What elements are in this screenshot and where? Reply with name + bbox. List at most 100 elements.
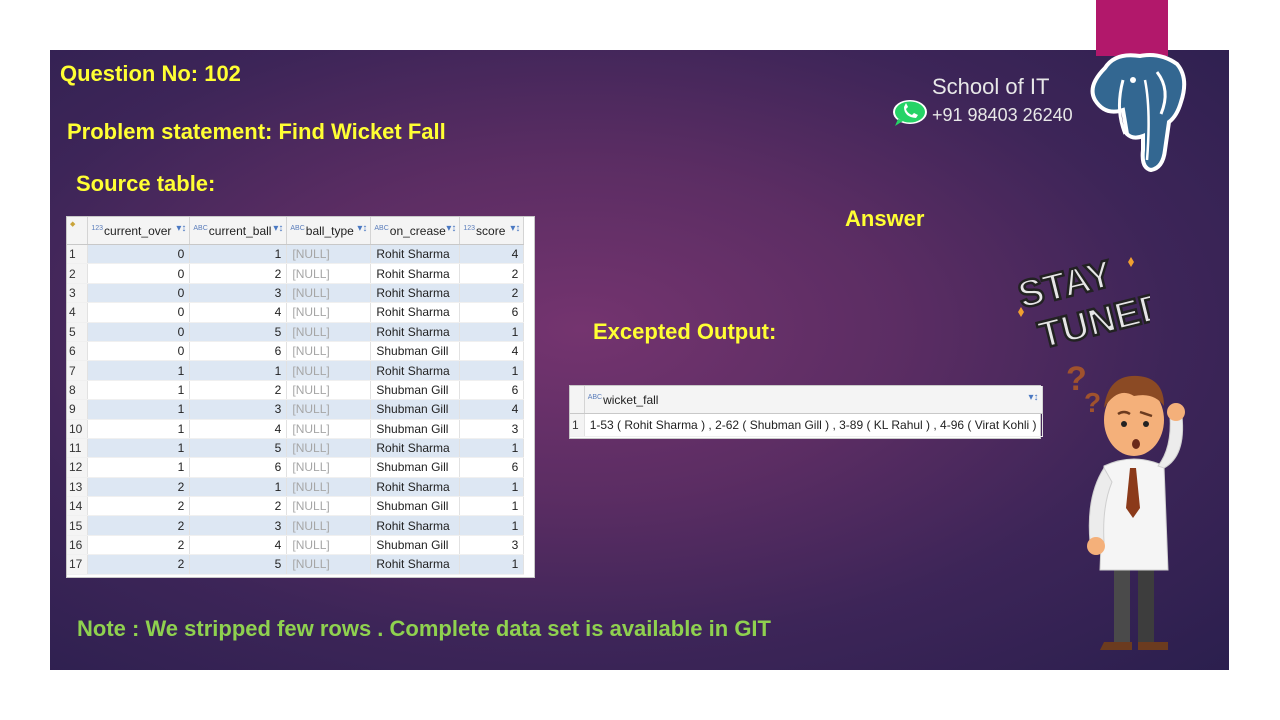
table-row[interactable]: 13 2 1 [NULL] Rohit Sharma 1 — [67, 477, 525, 498]
table-row[interactable]: 7 1 1 [NULL] Rohit Sharma 1 — [67, 360, 525, 381]
column-header[interactable]: 123score ▾↕ — [459, 217, 525, 245]
table-cell[interactable]: 2 — [87, 477, 191, 498]
table-cell[interactable]: Shubman Gill — [370, 341, 461, 362]
table-cell[interactable]: 4 — [189, 302, 288, 323]
table-cell[interactable]: [NULL] — [286, 341, 372, 362]
table-cell[interactable]: 5 — [189, 554, 288, 575]
table-cell[interactable]: 4 — [189, 419, 288, 439]
table-cell[interactable]: 0 — [87, 302, 191, 323]
table-cell[interactable]: 6 — [459, 457, 525, 478]
table-cell[interactable]: 1 — [87, 399, 191, 420]
filter-sort-icon[interactable]: ▾↕ — [510, 223, 520, 234]
table-cell[interactable]: Rohit Sharma — [370, 283, 461, 304]
table-cell[interactable]: 2 — [459, 263, 525, 284]
table-row[interactable]: 3 0 3 [NULL] Rohit Sharma 2 — [67, 283, 525, 304]
table-cell[interactable]: 0 — [87, 283, 191, 304]
table-cell[interactable]: Rohit Sharma — [370, 438, 461, 459]
table-row[interactable]: 8 1 2 [NULL] Shubman Gill 6 — [67, 380, 525, 401]
table-row[interactable]: 16 2 4 [NULL] Shubman Gill 3 — [67, 535, 525, 556]
table-cell[interactable]: 2 — [459, 283, 525, 304]
table-cell[interactable]: Rohit Sharma — [370, 360, 461, 381]
table-cell[interactable]: 4 — [459, 244, 525, 265]
column-header[interactable]: ABCwicket_fall ▾↕ — [584, 386, 1043, 414]
table-cell[interactable]: 3 — [189, 283, 288, 304]
table-cell[interactable]: [NULL] — [286, 399, 372, 420]
table-row[interactable]: 11 1 5 [NULL] Rohit Sharma 1 — [67, 438, 525, 459]
column-header[interactable]: ABCball_type ▾↕ — [286, 217, 372, 245]
table-row[interactable]: 6 0 6 [NULL] Shubman Gill 4 — [67, 341, 525, 362]
table-cell[interactable]: [NULL] — [286, 302, 372, 323]
table-cell[interactable]: Rohit Sharma — [370, 515, 461, 536]
table-cell[interactable]: 6 — [189, 341, 288, 362]
table-cell[interactable]: [NULL] — [286, 515, 372, 536]
table-cell[interactable]: 1 — [87, 419, 191, 439]
table-cell[interactable]: Shubman Gill — [370, 380, 461, 401]
table-cell[interactable]: 1 — [459, 360, 525, 381]
table-cell[interactable]: [NULL] — [286, 244, 372, 265]
table-cell[interactable]: 6 — [459, 380, 525, 401]
table-row[interactable]: 4 0 4 [NULL] Rohit Sharma 6 — [67, 302, 525, 323]
table-cell[interactable]: 1 — [459, 496, 525, 517]
table-cell[interactable]: 1 — [87, 457, 191, 478]
table-row[interactable]: 10 1 4 [NULL] Shubman Gill 3 — [67, 419, 525, 439]
table-cell[interactable]: 1 — [87, 380, 191, 401]
table-cell[interactable]: 1 — [459, 554, 525, 575]
table-cell[interactable]: 2 — [87, 554, 191, 575]
table-cell[interactable]: [NULL] — [286, 496, 372, 517]
table-cell[interactable]: 1 — [189, 477, 288, 498]
table-cell[interactable]: 1 — [459, 515, 525, 536]
table-row[interactable]: 14 2 2 [NULL] Shubman Gill 1 — [67, 496, 525, 517]
table-cell[interactable]: Shubman Gill — [370, 399, 461, 420]
filter-sort-icon[interactable]: ▾↕ — [446, 223, 456, 234]
table-cell[interactable]: [NULL] — [286, 535, 372, 556]
table-cell[interactable]: 1 — [459, 438, 525, 459]
table-cell[interactable]: Rohit Sharma — [370, 302, 461, 323]
table-row[interactable]: 5 0 5 [NULL] Rohit Sharma 1 — [67, 322, 525, 342]
table-cell[interactable]: [NULL] — [286, 380, 372, 401]
table-cell[interactable]: [NULL] — [286, 322, 372, 342]
table-cell[interactable]: 2 — [87, 496, 191, 517]
table-cell[interactable]: [NULL] — [286, 554, 372, 575]
table-cell[interactable]: 2 — [189, 380, 288, 401]
table-cell[interactable]: 3 — [459, 535, 525, 556]
table-cell[interactable]: 4 — [459, 341, 525, 362]
table-cell[interactable]: 2 — [87, 515, 191, 536]
table-cell[interactable]: 1 — [87, 438, 191, 459]
table-cell[interactable]: Rohit Sharma — [370, 554, 461, 575]
column-header[interactable]: ABCcurrent_ball ▾↕ — [189, 217, 288, 245]
table-cell[interactable]: 3 — [189, 515, 288, 536]
table-row[interactable]: 12 1 6 [NULL] Shubman Gill 6 — [67, 457, 525, 478]
table-cell[interactable]: 0 — [87, 263, 191, 284]
table-cell[interactable]: 0 — [87, 341, 191, 362]
table-cell[interactable]: 1 — [189, 244, 288, 265]
table-row[interactable]: 15 2 3 [NULL] Rohit Sharma 1 — [67, 515, 525, 536]
table-cell[interactable]: [NULL] — [286, 283, 372, 304]
table-cell[interactable]: 2 — [189, 496, 288, 517]
table-row[interactable]: 1 0 1 [NULL] Rohit Sharma 4 — [67, 244, 525, 265]
column-header[interactable]: ABCon_crease ▾↕ — [370, 217, 461, 245]
table-cell[interactable]: Shubman Gill — [370, 535, 461, 556]
table-cell[interactable]: [NULL] — [286, 263, 372, 284]
table-cell[interactable]: [NULL] — [286, 477, 372, 498]
table-row[interactable]: 2 0 2 [NULL] Rohit Sharma 2 — [67, 263, 525, 284]
table-cell[interactable]: Shubman Gill — [370, 419, 461, 439]
filter-sort-icon[interactable]: ▾↕ — [357, 223, 367, 234]
filter-sort-icon[interactable]: ▾↕ — [1029, 392, 1039, 403]
filter-sort-icon[interactable]: ▾↕ — [176, 223, 186, 234]
table-cell[interactable]: 5 — [189, 322, 288, 342]
table-cell[interactable]: 1 — [459, 477, 525, 498]
table-cell[interactable]: 0 — [87, 244, 191, 265]
table-cell[interactable]: Rohit Sharma — [370, 477, 461, 498]
table-cell[interactable]: 1 — [87, 360, 191, 381]
table-cell[interactable]: 3 — [459, 419, 525, 439]
table-cell[interactable]: 2 — [189, 263, 288, 284]
table-cell[interactable]: 1 — [459, 322, 525, 342]
table-cell[interactable]: Rohit Sharma — [370, 322, 461, 342]
table-cell[interactable]: Rohit Sharma — [370, 244, 461, 265]
table-cell[interactable]: 3 — [189, 399, 288, 420]
table-cell[interactable]: 4 — [459, 399, 525, 420]
table-cell[interactable]: 4 — [189, 535, 288, 556]
table-cell[interactable]: [NULL] — [286, 419, 372, 439]
table-cell[interactable]: 0 — [87, 322, 191, 342]
column-header[interactable]: 123current_over ▾↕ — [87, 217, 191, 245]
